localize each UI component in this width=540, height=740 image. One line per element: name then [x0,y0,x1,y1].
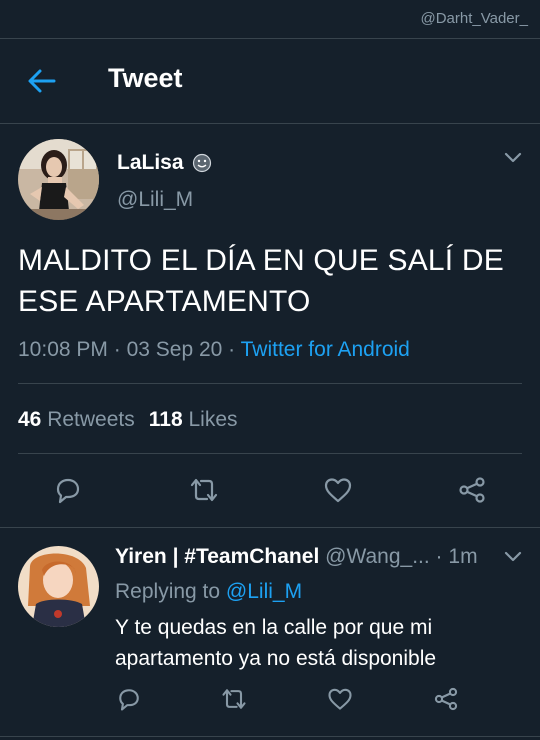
likes-label: Likes [188,408,238,431]
retweet-icon[interactable] [220,685,248,713]
reply-icon[interactable] [115,685,143,713]
like-icon[interactable] [322,474,354,506]
like-icon[interactable] [326,685,354,713]
reply-avatar[interactable] [18,546,99,627]
retweets-label: Retweets [47,408,135,431]
replying-to-link[interactable]: @Lili_M [226,580,302,603]
reply-display-name[interactable]: Yiren | #TeamChanel [115,545,319,568]
tweet-time: 10:08 PM [18,338,108,361]
likes-count: 118 [148,408,183,431]
reply-icon[interactable] [52,474,84,506]
arrow-left-icon[interactable] [26,67,56,95]
reply-separator: · [429,545,449,568]
reply-text: Y te quedas en la calle por que mi apart… [115,616,437,670]
replying-prefix: Replying to [115,580,221,603]
page-title: Tweet [108,63,183,93]
reply-actions [0,685,540,717]
divider [18,383,522,384]
divider [0,736,540,737]
handle[interactable]: @Lili_M [117,188,193,212]
reply-handle[interactable]: @Wang_... [325,545,430,568]
smiling-face-icon [192,153,211,173]
top-bar: Tweet [0,38,540,124]
share-icon[interactable] [456,474,488,506]
chevron-down-icon[interactable] [504,152,522,164]
tweet-source-link[interactable]: Twitter for Android [241,338,410,361]
reply-header: Yiren | #TeamChanel @Wang_... · 1m [115,545,478,569]
tweet-actions [0,474,540,510]
meta-separator: · [228,338,241,361]
tweet-meta: 10:08 PM · 03 Sep 20 · Twitter for Andro… [18,338,410,362]
share-icon[interactable] [432,685,460,713]
avatar[interactable] [18,139,99,220]
watermark: @Darht_Vader_ [420,10,528,27]
replying-to: Replying to @Lili_M [115,580,302,604]
divider [18,453,522,454]
retweet-icon[interactable] [188,474,220,506]
display-name[interactable]: LaLisa [117,151,184,175]
likes-stat[interactable]: 118 Likes [149,408,238,431]
reply-time: 1m [448,545,478,568]
tweet-stats: 46 Retweets 118 Likes [18,408,238,432]
meta-separator: · [113,338,127,361]
retweets-count: 46 [18,408,42,431]
retweets-stat[interactable]: 46 Retweets [18,408,135,431]
divider [0,527,540,528]
chevron-down-icon[interactable] [504,551,522,563]
tweet-text: MALDITO EL DÍA EN QUE SALÍ DE ESE APARTA… [18,244,504,318]
tweet-date: 03 Sep 20 [126,338,223,361]
